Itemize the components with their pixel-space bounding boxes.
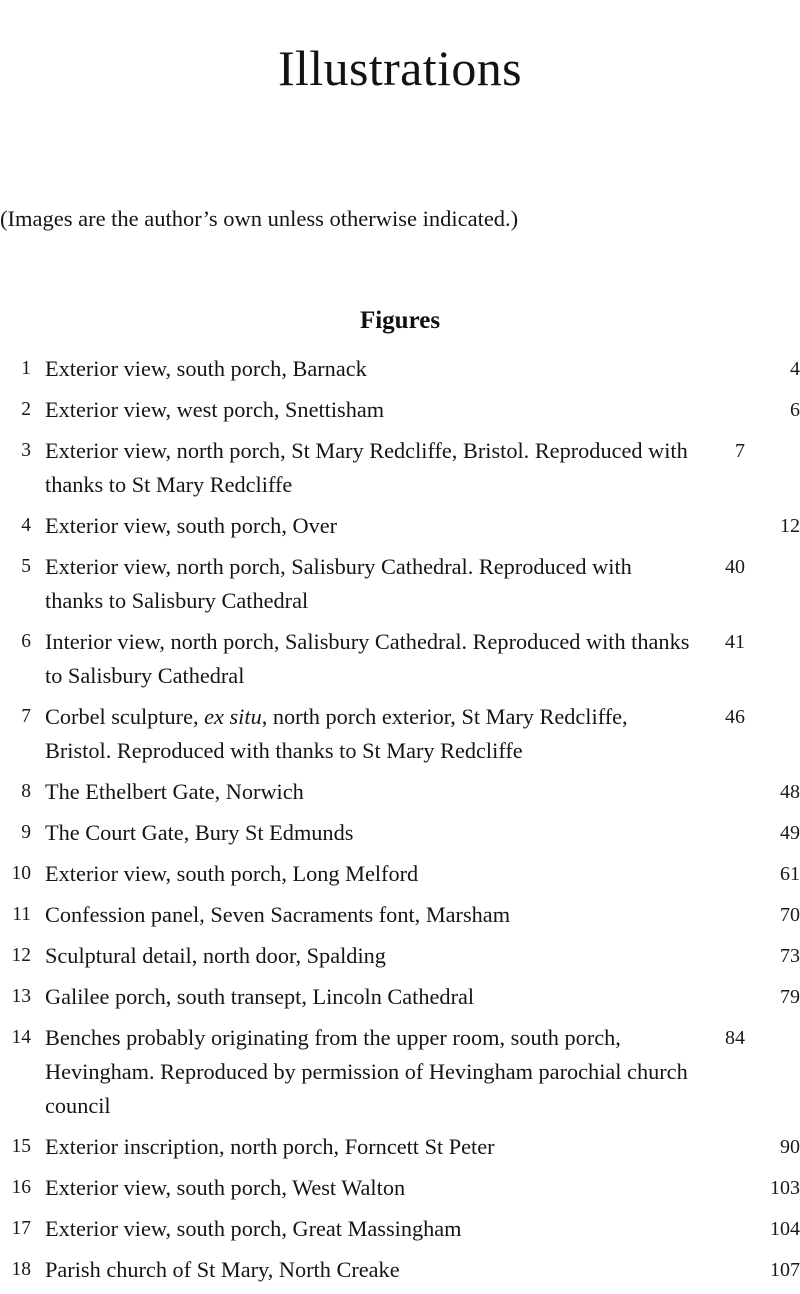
figure-body: 7 Exterior view, north porch, St Mary Red… [45,434,745,502]
figure-number: 7 [21,706,31,727]
figure-page-number: 48 [780,781,800,803]
figure-entry: 5 40 Exterior view, north porch, Salisbury… [0,550,800,618]
figure-entry: 13 79 Galilee porch, south transept, Linco… [0,980,800,1014]
figure-body: 70 Confession panel, Seven Sacraments fon… [45,898,800,932]
figure-page-number: 12 [780,515,800,537]
figure-caption: Exterior inscription, north porch, Fornc… [45,1134,495,1159]
figure-entry: 1 4 Exterior view, south porch, Barnack [0,352,800,386]
page-title: Illustrations [277,39,523,96]
figure-caption: Sculptural detail, north door, Spalding [45,943,386,968]
figure-number: 1 [21,358,31,379]
figure-page-number: 70 [780,904,800,926]
figure-body: 90 Exterior inscription, north porch, For… [45,1130,800,1164]
figure-page-number: 84 [725,1027,745,1049]
figure-number: 18 [11,1259,32,1280]
figure-entry: 14 84 Benches probably originating from th… [0,1021,800,1123]
figure-body: 41 Interior view, north porch, Salisbury … [45,625,745,693]
figure-body: 46 Corbel sculpture, ex situ, north porch… [45,700,745,768]
figure-number: 15 [11,1136,32,1157]
figure-body: 4 Exterior view, south porch, Barnack [45,352,800,386]
figure-caption: Exterior view, north porch, St Mary Redc… [45,438,688,497]
figure-caption: Exterior view, south porch, Over [45,513,338,538]
figure-body: 107 Parish church of St Mary, North Creak… [45,1253,800,1287]
figure-number: 2 [21,399,31,420]
figure-page-number: 73 [780,945,800,967]
figure-caption: Benches probably originating from the up… [45,1025,688,1118]
figure-body: 104 Exterior view, south porch, Great Mas… [45,1212,800,1246]
figure-entry: 4 12 Exterior view, south porch, Over [0,509,800,543]
figure-number: 6 [21,631,31,652]
figure-caption: Galilee porch, south transept, Lincoln C… [45,984,475,1009]
figures-list: 1 4 Exterior view, south porch, Barnack 2 6 E… [0,352,800,1294]
figure-entry: 17 104 Exterior view, south porch, Great M… [0,1212,800,1246]
figure-caption: Exterior view, south porch, West Walton [45,1175,406,1200]
figure-page-number: 61 [780,863,800,885]
figure-number: 3 [21,440,31,461]
figure-number: 10 [11,863,32,884]
figure-caption: Interior view, north porch, Salisbury Ca… [45,629,690,688]
figure-caption: Confession panel, Seven Sacraments font,… [45,902,511,927]
figure-number: 5 [21,556,31,577]
figure-page-number: 46 [725,706,745,728]
figure-page-number: 90 [780,1136,800,1158]
figure-number: 17 [11,1218,32,1239]
figure-number: 4 [21,515,31,536]
figure-caption: Parish church of St Mary, North Creake [45,1257,400,1282]
figure-caption: Exterior view, south porch, Great Massin… [45,1216,462,1241]
figure-entry: 16 103 Exterior view, south porch, West Wa… [0,1171,800,1205]
figure-page-number: 4 [790,358,800,380]
figure-number: 9 [21,822,31,843]
figure-number: 12 [11,945,32,966]
figure-entry: 8 48 The Ethelbert Gate, Norwich [0,775,800,809]
figure-caption: The Court Gate, Bury St Edmunds [45,820,354,845]
figure-body: 84 Benches probably originating from the … [45,1021,745,1123]
figure-number: 14 [11,1027,32,1048]
figure-caption: Exterior view, south porch, Barnack [45,356,367,381]
figure-caption: Exterior view, west porch, Snettisham [45,397,385,422]
figure-body: 40 Exterior view, north porch, Salisbury … [45,550,745,618]
figure-entry: 3 7 Exterior view, north porch, St Mary Re… [0,434,800,502]
figure-page-number: 6 [790,399,800,421]
figure-entry: 9 49 The Court Gate, Bury St Edmunds [0,816,800,850]
figure-page-number: 104 [770,1218,800,1240]
figure-page-number: 79 [780,986,800,1008]
figure-page-number: 103 [770,1177,800,1199]
figure-entry: 15 90 Exterior inscription, north porch, F… [0,1130,800,1164]
figure-number: 13 [11,986,32,1007]
figure-caption: Exterior view, north porch, Salisbury Ca… [45,554,632,613]
figure-page-number: 41 [725,631,745,653]
figure-caption: The Ethelbert Gate, Norwich [45,779,304,804]
figure-body: 12 Exterior view, south porch, Over [45,509,800,543]
figure-entry: 2 6 Exterior view, west porch, Snettisham [0,393,800,427]
figure-caption: Corbel sculpture, ex situ, north porch e… [45,704,628,763]
figure-entry: 7 46 Corbel sculpture, ex situ, north porc… [0,700,800,768]
figure-number: 16 [11,1177,32,1198]
figure-body: 103 Exterior view, south porch, West Walt… [45,1171,800,1205]
illustrations-page: Illustrations (Images are the author’s o… [0,0,800,1285]
figure-body: 49 The Court Gate, Bury St Edmunds [45,816,800,850]
figure-body: 73 Sculptural detail, north door, Spaldin… [45,939,800,973]
figure-caption: Exterior view, south porch, Long Melford [45,861,419,886]
figure-body: 61 Exterior view, south porch, Long Melfo… [45,857,800,891]
figure-body: 48 The Ethelbert Gate, Norwich [45,775,800,809]
figure-page-number: 7 [735,440,745,462]
figure-entry: 10 61 Exterior view, south porch, Long Mel… [0,857,800,891]
image-credit-note: (Images are the author’s own unless othe… [0,205,519,231]
figure-entry: 18 107 Parish church of St Mary, North Cre… [0,1253,800,1287]
figure-entry: 12 73 Sculptural detail, north door, Spald… [0,939,800,973]
figure-entry: 6 41 Interior view, north porch, Salisbury… [0,625,800,693]
figure-entry: 11 70 Confession panel, Seven Sacraments f… [0,898,800,932]
figure-page-number: 40 [725,556,745,578]
figure-body: 79 Galilee porch, south transept, Lincoln… [45,980,800,1014]
figure-page-number: 107 [770,1259,800,1281]
figure-number: 8 [21,781,31,802]
figure-page-number: 49 [780,822,800,844]
figure-body: 6 Exterior view, west porch, Snettisham [45,393,800,427]
figures-section-heading: Figures [359,306,441,334]
figure-number: 11 [12,904,31,925]
figure-caption-italic: ex situ [204,704,262,729]
